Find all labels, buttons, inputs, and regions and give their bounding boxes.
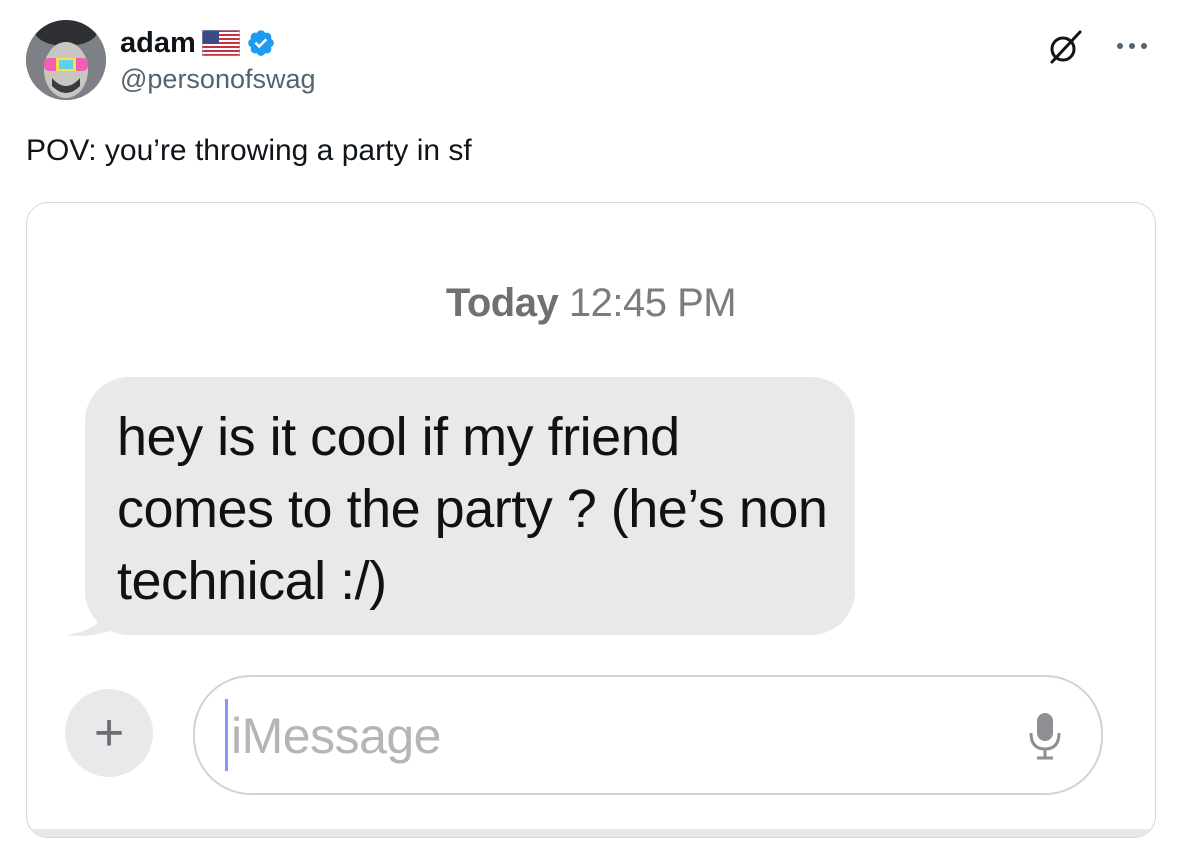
tweet-text: POV: you’re throwing a party in sf [26,134,472,167]
message-timestamp: Today 12:45 PM [27,281,1155,326]
display-name[interactable]: adam [120,27,196,60]
microphone-icon[interactable] [1027,711,1063,761]
imessage-input[interactable]: iMessage [193,675,1103,795]
add-attachment-button[interactable]: + [65,689,153,777]
message-text: hey is it cool if my friend comes to the… [117,407,828,611]
tweet-media-imessage-screenshot[interactable]: Today 12:45 PM hey is it cool if my frie… [26,202,1156,838]
text-caret [225,699,228,771]
avatar[interactable] [26,20,106,100]
timestamp-day: Today [445,281,559,325]
more-icon[interactable] [1112,34,1152,58]
verified-badge-icon[interactable] [246,28,276,58]
imessage-placeholder: iMessage [231,708,442,764]
message-bubble: hey is it cool if my friend comes to the… [85,377,855,635]
tweet-header: adam @personofswag [26,20,1156,104]
avatar-image [26,20,106,100]
grok-icon[interactable] [1046,28,1084,66]
handle[interactable]: @personofswag [120,64,316,95]
timestamp-time: 12:45 PM [568,281,737,325]
plus-icon: + [93,704,125,762]
media-bottom-edge [27,829,1155,837]
us-flag-icon [201,29,241,57]
